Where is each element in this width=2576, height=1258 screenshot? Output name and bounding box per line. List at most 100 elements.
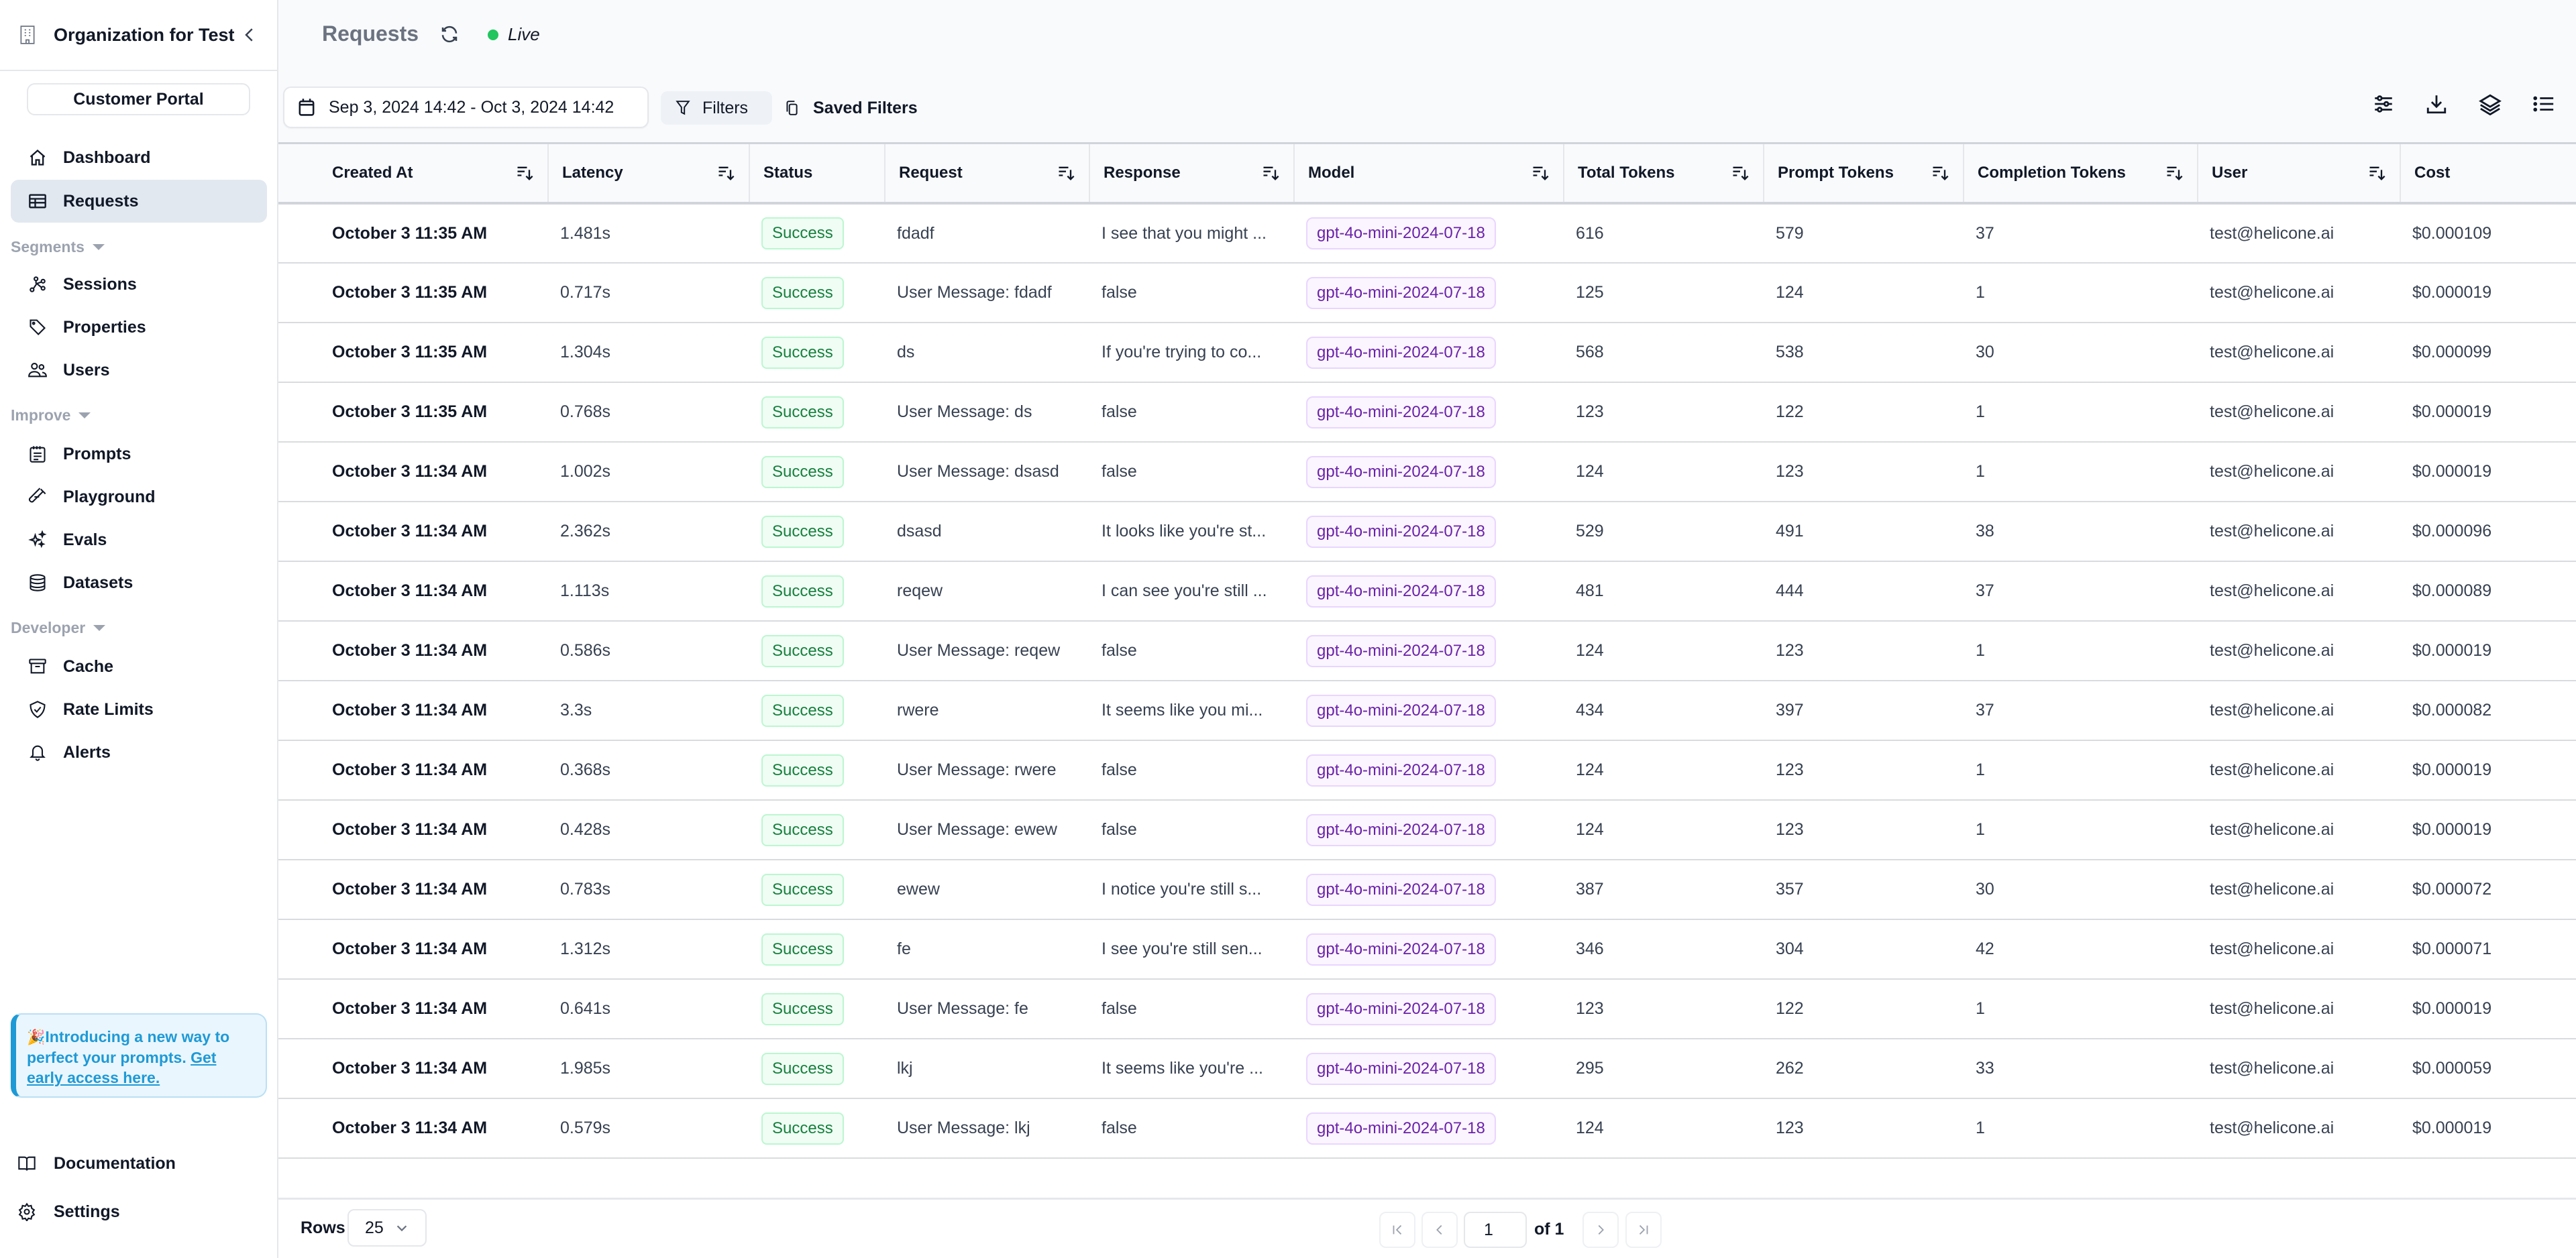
total-tokens-cell: 346 [1564,919,1764,980]
sidebar-item-label: Sessions [63,274,137,294]
column-header-total-tokens[interactable]: Total Tokens [1564,144,1764,205]
completion-tokens-cell: 30 [1964,323,2198,383]
prompt-tokens-cell: 538 [1764,323,1964,383]
column-header-inner: Completion Tokens [1978,164,2184,182]
sort-icon[interactable] [515,164,534,182]
column-header-completion-tokens[interactable]: Completion Tokens [1964,144,2198,205]
list-icon[interactable] [2532,93,2555,115]
table-row[interactable]: October 3 11:34 AM 0.368s Success User Mess… [278,740,2576,801]
table-row[interactable]: October 3 11:35 AM 0.717s Success User Mess… [278,263,2576,323]
sidebar-item-cache[interactable]: Cache [11,645,267,688]
column-header-cost[interactable]: Cost [2400,144,2576,205]
sidebar-item-rate-limits[interactable]: Rate Limits [11,688,267,731]
table-row[interactable]: October 3 11:34 AM 0.641s Success User Mess… [278,979,2576,1039]
user-cell: test@helicone.ai [2198,203,2400,264]
table-row[interactable]: October 3 11:34 AM 1.002s Success User Mess… [278,442,2576,502]
response-cell: It looks like you're st... [1089,502,1294,562]
page-number-input[interactable] [1464,1212,1527,1248]
user-cell: test@helicone.ai [2198,263,2400,323]
sidebar-item-datasets[interactable]: Datasets [11,561,267,604]
sliders-icon[interactable] [2372,93,2395,115]
cost-cell: $0.000019 [2400,800,2576,860]
sort-icon[interactable] [716,164,735,182]
request-cell: reqew [885,561,1089,622]
calendar-icon [299,99,315,116]
user-cell: test@helicone.ai [2198,561,2400,622]
sidebar-item-alerts[interactable]: Alerts [11,731,267,774]
column-header-created-at[interactable]: Created At [278,144,549,205]
table-row[interactable]: October 3 11:34 AM 0.579s Success User Mess… [278,1098,2576,1159]
rows-per-page-select[interactable]: 25 [347,1209,427,1247]
saved-filters-button[interactable]: Saved Filters [785,91,918,125]
table-row[interactable]: October 3 11:34 AM 2.362s Success dsasd It l… [278,502,2576,562]
table-row[interactable]: October 3 11:34 AM 0.586s Success User Mess… [278,621,2576,681]
section-improve[interactable]: Improve [11,406,91,424]
sidebar-item-documentation[interactable]: Documentation [17,1147,176,1180]
latency-cell: 3.3s [548,681,749,741]
sidebar-item-playground[interactable]: Playground [11,475,267,518]
column-header-status[interactable]: Status [749,144,885,205]
status-cell: Success [749,203,885,264]
refresh-icon[interactable] [439,24,460,44]
latency-cell: 0.783s [548,860,749,920]
created-at-cell: October 3 11:34 AM [278,561,548,622]
table-row[interactable]: October 3 11:35 AM 0.768s Success User Mess… [278,382,2576,443]
table-row[interactable]: October 3 11:34 AM 1.113s Success reqew I ca… [278,561,2576,622]
customer-portal-button[interactable]: Customer Portal [27,83,250,115]
sidebar-item-prompts[interactable]: Prompts [11,433,267,475]
user-cell: test@helicone.ai [2198,740,2400,801]
column-header-label: Request [899,164,963,182]
total-tokens-cell: 123 [1564,382,1764,443]
live-indicator[interactable]: Live [488,24,540,45]
sidebar-item-label: Requests [63,191,139,211]
sort-icon[interactable] [1057,164,1075,182]
section-segments[interactable]: Segments [11,238,105,256]
column-header-response[interactable]: Response [1089,144,1295,205]
table-row[interactable]: October 3 11:34 AM 1.312s Success fe I see y… [278,919,2576,980]
saved-filters-label: Saved Filters [813,98,918,117]
sort-icon[interactable] [1931,164,1949,182]
date-range-picker[interactable]: Sep 3, 2024 14:42 - Oct 3, 2024 14:42 [283,87,649,128]
table-header-row: Created At Latency Status Request Response Mo… [278,144,2576,205]
sort-icon[interactable] [1731,164,1750,182]
last-page-button[interactable] [1625,1212,1662,1248]
requests-table: Created At Latency Status Request Response Mo… [278,142,2576,1198]
table-row[interactable]: October 3 11:34 AM 3.3s Success rwere It see… [278,681,2576,741]
table-row[interactable]: October 3 11:34 AM 0.783s Success ewew I not… [278,860,2576,920]
section-developer[interactable]: Developer [11,619,106,637]
user-cell: test@helicone.ai [2198,979,2400,1039]
column-header-latency[interactable]: Latency [548,144,750,205]
filters-button[interactable]: Filters [661,91,772,125]
sidebar-item-settings[interactable]: Settings [17,1196,120,1228]
column-header-label: Total Tokens [1578,164,1675,182]
request-cell: User Message: dsasd [885,442,1089,502]
next-page-button[interactable] [1582,1212,1619,1248]
sidebar-item-sessions[interactable]: Sessions [11,263,267,306]
sidebar-item-users[interactable]: Users [11,349,267,392]
sidebar-item-dashboard[interactable]: Dashboard [11,136,267,179]
sidebar-item-evals[interactable]: Evals [11,518,267,561]
sidebar-item-properties[interactable]: Properties [11,306,267,349]
previous-page-button[interactable] [1421,1212,1458,1248]
sort-icon[interactable] [1531,164,1550,182]
sort-icon[interactable] [2367,164,2386,182]
sort-icon[interactable] [1261,164,1280,182]
sort-icon[interactable] [2165,164,2184,182]
table-row[interactable]: October 3 11:34 AM 1.985s Success lkj It see… [278,1039,2576,1099]
column-header-model[interactable]: Model [1294,144,1564,205]
collapse-sidebar-icon[interactable] [239,25,260,45]
download-icon[interactable] [2425,93,2448,115]
completion-tokens-cell: 30 [1964,860,2198,920]
column-header-label: Response [1104,164,1181,182]
column-header-prompt-tokens[interactable]: Prompt Tokens [1764,144,1964,205]
column-header-user[interactable]: User [2198,144,2401,205]
column-header-inner: Cost [2414,164,2563,182]
prompt-tokens-cell: 491 [1764,502,1964,562]
first-page-button[interactable] [1379,1212,1415,1248]
column-header-request[interactable]: Request [885,144,1090,205]
table-row[interactable]: October 3 11:35 AM 1.304s Success ds If you'… [278,323,2576,383]
table-row[interactable]: October 3 11:35 AM 1.481s Success fdadf I se… [278,203,2576,264]
sidebar-item-requests[interactable]: Requests [11,180,267,223]
layers-icon[interactable] [2479,93,2502,115]
table-row[interactable]: October 3 11:34 AM 0.428s Success User Mess… [278,800,2576,860]
